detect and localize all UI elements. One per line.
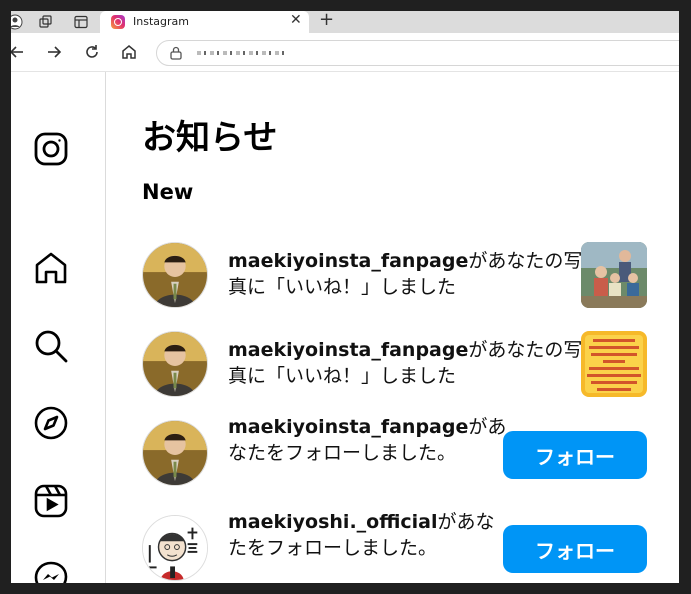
home-icon[interactable]	[33, 250, 69, 286]
avatar[interactable]	[142, 331, 208, 397]
plus-icon[interactable]: +	[319, 11, 334, 30]
reload-icon[interactable]	[82, 42, 102, 62]
notification-item[interactable]: maekiyoinsta_fanpageがあなたの写 真に「いいね！」しました	[142, 331, 647, 401]
follow-button[interactable]: フォロー	[503, 431, 647, 479]
tab-strip: Instagram ✕ +	[11, 11, 679, 33]
explore-compass-icon[interactable]	[33, 405, 69, 441]
page-title: お知らせ	[142, 118, 278, 158]
notifications-panel: お知らせ New maekiyoinsta_fanpageがあなたの写 真に「い…	[106, 72, 679, 583]
avatar[interactable]	[142, 242, 208, 308]
post-thumbnail[interactable]	[581, 242, 647, 308]
tab-title: Instagram	[133, 15, 189, 28]
notification-text: maekiyoinsta_fanpageがあなたの写 真に「いいね！」しました	[228, 339, 583, 387]
instagram-sidebar	[11, 72, 106, 583]
url-field[interactable]	[156, 40, 679, 66]
notification-username[interactable]: maekiyoinsta_fanpage	[228, 416, 468, 438]
notification-text: maekiyoshi._officialがあな たをフォローしました。	[228, 511, 495, 559]
avatar[interactable]	[142, 420, 208, 486]
tab-instagram[interactable]: Instagram ✕	[100, 11, 309, 33]
browser-window: Instagram ✕ + お知らせ New maekiyoinsta_fanp…	[11, 11, 679, 583]
reels-icon[interactable]	[33, 483, 69, 519]
search-icon[interactable]	[33, 328, 69, 364]
lock-icon[interactable]	[169, 45, 183, 61]
workspaces-icon[interactable]	[38, 14, 54, 30]
redacted-url	[197, 51, 287, 55]
post-thumbnail[interactable]	[581, 331, 647, 397]
messenger-icon[interactable]	[33, 560, 69, 583]
instagram-favicon-icon	[111, 15, 125, 29]
forward-arrow-icon[interactable]	[44, 42, 64, 62]
notification-text: maekiyoinsta_fanpageがあなたの写 真に「いいね！」しました	[228, 250, 583, 298]
section-title-new: New	[142, 180, 194, 204]
avatar[interactable]	[142, 515, 208, 581]
home-icon[interactable]	[119, 42, 139, 62]
notification-text: maekiyoinsta_fanpageがあ なたをフォローしました。	[228, 416, 507, 464]
notification-username[interactable]: maekiyoshi._official	[228, 511, 438, 533]
notification-username[interactable]: maekiyoinsta_fanpage	[228, 339, 468, 361]
follow-button[interactable]: フォロー	[503, 525, 647, 573]
notification-item[interactable]: maekiyoinsta_fanpageがあ なたをフォローしました。 フォロー	[142, 416, 647, 490]
tab-actions-icon[interactable]	[73, 14, 89, 30]
address-bar	[11, 33, 679, 72]
notification-item[interactable]: maekiyoinsta_fanpageがあなたの写 真に「いいね！」しました	[142, 242, 647, 312]
profile-icon[interactable]	[11, 14, 23, 30]
back-arrow-icon[interactable]	[11, 42, 27, 62]
notification-item[interactable]: maekiyoshi._officialがあな たをフォローしました。 フォロー	[142, 511, 647, 583]
instagram-logo-icon[interactable]	[33, 131, 69, 167]
close-icon[interactable]: ✕	[290, 12, 302, 28]
notification-username[interactable]: maekiyoinsta_fanpage	[228, 250, 468, 272]
